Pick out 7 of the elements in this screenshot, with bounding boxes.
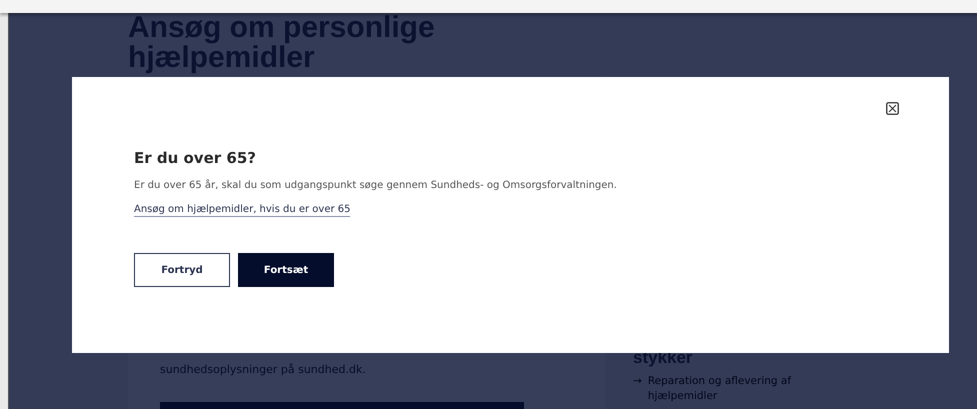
close-icon[interactable] bbox=[886, 102, 899, 115]
dialog-text: Er du over 65 år, skal du som udgangspunkt søge gennem Sundheds- og Omsorgsforvaltningen. bbox=[134, 180, 617, 191]
cancel-button[interactable]: Fortryd bbox=[134, 253, 230, 287]
dialog-heading: Er du over 65? bbox=[134, 149, 256, 167]
arrow-icon: → bbox=[633, 374, 642, 404]
link[interactable]: Ansøg om hjælpemidler, hvis du er over 65 bbox=[134, 204, 350, 217]
continue-button[interactable]: Fortsæt bbox=[238, 253, 334, 287]
